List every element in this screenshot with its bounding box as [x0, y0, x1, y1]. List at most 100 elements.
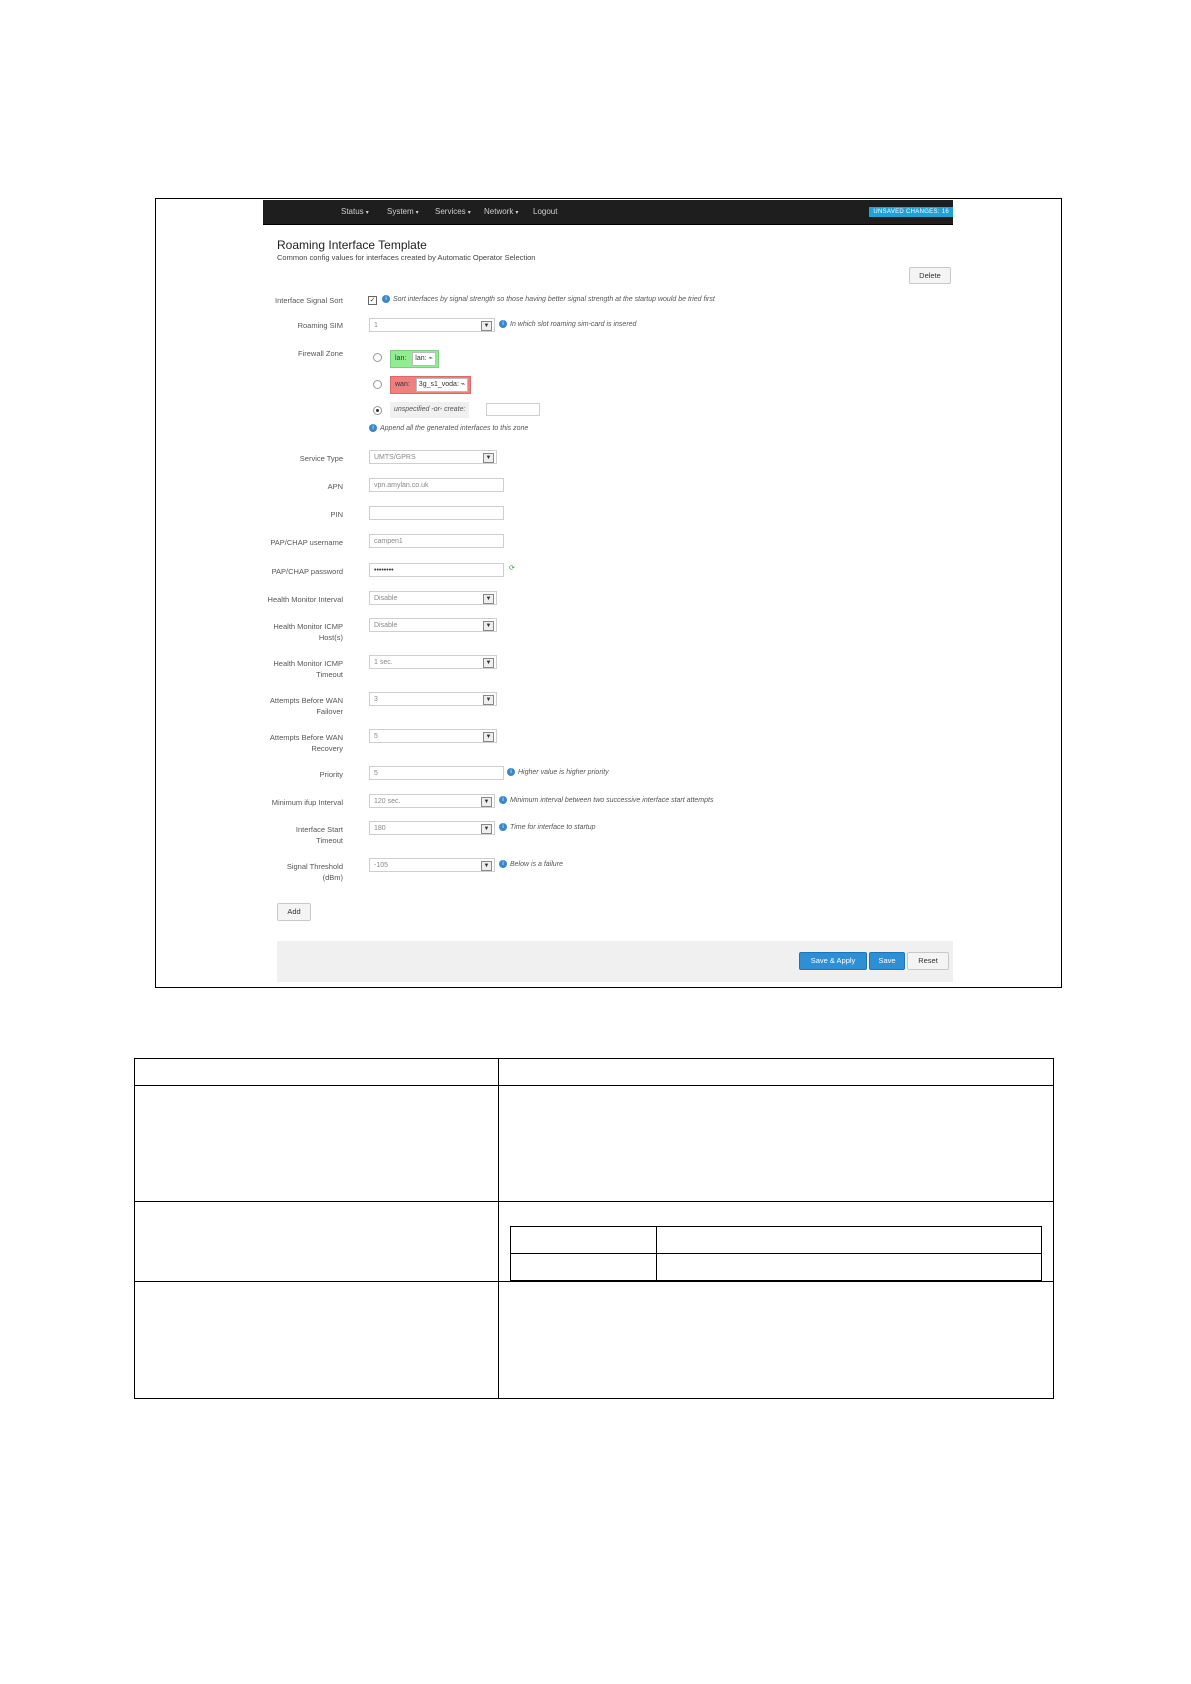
signal-threshold-select[interactable]: -105 ▼	[369, 858, 495, 872]
apn-label: APN	[327, 482, 343, 491]
chevron-down-icon: ▾	[467, 210, 471, 216]
zone-create-input[interactable]	[486, 403, 540, 416]
table-cell	[498, 1201, 1054, 1282]
network-icon: ⌁	[428, 355, 433, 362]
nav-status[interactable]: Status ▾	[341, 207, 369, 216]
reveal-password-icon[interactable]: ⟳	[509, 564, 515, 572]
zone-lan-box[interactable]: lan: lan: ⌁	[390, 350, 439, 368]
nested-table	[510, 1226, 1042, 1281]
service-type-label: Service Type	[299, 454, 343, 463]
form-footer: Save & Apply Save Reset	[277, 941, 953, 982]
pin-input[interactable]	[369, 506, 504, 520]
service-type-select[interactable]: UMTS/GPRS ▼	[369, 450, 497, 464]
password-input[interactable]: ••••••••	[369, 563, 504, 577]
table-row	[510, 1253, 1042, 1281]
attempts-recovery-select[interactable]: 5 ▼	[369, 729, 497, 743]
zone-wan-radio[interactable]	[373, 380, 382, 389]
zone-wan-box[interactable]: wan: 3g_s1_voda: ⌁	[390, 376, 472, 394]
dropdown-arrow-icon: ▼	[481, 321, 492, 331]
roaming-sim-hint: i In which slot roaming sim-card is inser…	[499, 320, 636, 328]
hm-icmp-timeout-label: Health Monitor ICMP Timeout	[273, 659, 343, 679]
save-button[interactable]: Save	[869, 952, 905, 970]
zone-unspecified-radio[interactable]	[373, 406, 382, 415]
info-icon: i	[499, 796, 507, 804]
table-cell	[510, 1226, 657, 1254]
chevron-down-icon: ▾	[365, 210, 369, 216]
nav-network[interactable]: Network ▾	[484, 207, 518, 216]
table-cell	[134, 1281, 499, 1399]
username-input[interactable]: campen1	[369, 534, 504, 548]
delete-button[interactable]: Delete	[909, 267, 951, 284]
table-cell	[656, 1253, 1042, 1281]
firewall-zone-hint: i Append all the generated interfaces to …	[369, 424, 528, 432]
signal-threshold-hint: i Below is a failure	[499, 860, 563, 868]
password-label: PAP/CHAP password	[271, 567, 343, 576]
nav-system[interactable]: System ▾	[387, 207, 419, 216]
table-cell	[656, 1226, 1042, 1254]
priority-input[interactable]: 5	[369, 766, 504, 780]
signal-threshold-label: Signal Threshold (dBm)	[286, 862, 343, 882]
dropdown-arrow-icon: ▼	[483, 658, 494, 668]
min-ifup-select[interactable]: 120 sec. ▼	[369, 794, 495, 808]
zone-wan-interface: 3g_s1_voda: ⌁	[415, 378, 469, 392]
router-config-screenshot: Status ▾ System ▾ Services ▾ Network ▾ Logou…	[263, 200, 953, 982]
dropdown-arrow-icon: ▼	[483, 695, 494, 705]
zone-lan-radio[interactable]	[373, 353, 382, 362]
min-ifup-hint: i Minimum interval between two successive…	[499, 796, 713, 804]
reset-button[interactable]: Reset	[907, 952, 949, 970]
info-icon: i	[499, 823, 507, 831]
table-row	[134, 1201, 1054, 1282]
table-header-row	[134, 1058, 1054, 1086]
info-icon: i	[507, 768, 515, 776]
priority-label: Priority	[319, 770, 343, 779]
table-cell	[134, 1085, 499, 1202]
signal-sort-checkbox[interactable]: ✓	[368, 296, 377, 305]
apn-input[interactable]: vpn.amylan.co.uk	[369, 478, 504, 492]
firewall-zone-label: Firewall Zone	[297, 349, 343, 358]
page-title: Roaming Interface Template	[277, 238, 427, 252]
add-button[interactable]: Add	[277, 903, 311, 921]
nav-services[interactable]: Services ▾	[435, 207, 471, 216]
table-row	[134, 1085, 1054, 1202]
top-navbar: Status ▾ System ▾ Services ▾ Network ▾ Logou…	[263, 200, 953, 225]
roaming-sim-select[interactable]: 1 ▼	[369, 318, 495, 332]
table-cell	[510, 1253, 657, 1281]
hm-interval-select[interactable]: Disable ▼	[369, 591, 497, 605]
hm-icmp-timeout-select[interactable]: 1 sec. ▼	[369, 655, 497, 669]
unsaved-changes-badge[interactable]: UNSAVED CHANGES: 16	[869, 207, 953, 217]
table-row	[510, 1226, 1042, 1254]
info-icon: i	[499, 860, 507, 868]
info-icon: i	[382, 295, 390, 303]
hm-icmp-host-label: Health Monitor ICMP Host(s)	[273, 622, 343, 642]
username-label: PAP/CHAP username	[270, 538, 343, 547]
table-cell	[134, 1058, 499, 1086]
roaming-sim-label: Roaming SIM	[297, 321, 343, 330]
dropdown-arrow-icon: ▼	[483, 594, 494, 604]
chevron-down-icon: ▾	[515, 210, 519, 216]
start-timeout-select[interactable]: 180 ▼	[369, 821, 495, 835]
dropdown-arrow-icon: ▼	[481, 861, 492, 871]
nav-logout[interactable]: Logout	[533, 207, 557, 216]
hm-icmp-host-select[interactable]: Disable ▼	[369, 618, 497, 632]
start-timeout-label: Interface Start Timeout	[295, 825, 343, 845]
signal-sort-hint: i Sort interfaces by signal strength so t…	[382, 295, 715, 303]
dropdown-arrow-icon: ▼	[481, 824, 492, 834]
priority-hint: i Higher value is higher priority	[507, 768, 609, 776]
signal-sort-label: Interface Signal Sort	[275, 296, 343, 305]
dropdown-arrow-icon: ▼	[483, 621, 494, 631]
table-cell	[498, 1085, 1054, 1202]
info-icon: i	[369, 424, 377, 432]
start-timeout-hint: i Time for interface to startup	[499, 823, 596, 831]
save-apply-button[interactable]: Save & Apply	[799, 952, 867, 970]
table-row	[134, 1281, 1054, 1399]
parameter-table	[134, 1058, 1054, 1399]
page-subtitle: Common config values for interfaces crea…	[277, 253, 536, 262]
dropdown-arrow-icon: ▼	[483, 732, 494, 742]
chevron-down-icon: ▾	[415, 210, 419, 216]
table-cell	[498, 1058, 1054, 1086]
zone-lan-interface: lan: ⌁	[412, 352, 436, 366]
hm-interval-label: Health Monitor Interval	[267, 595, 343, 604]
attempts-failover-select[interactable]: 3 ▼	[369, 692, 497, 706]
zone-unspecified-box: unspecified -or- create:	[390, 402, 470, 418]
min-ifup-label: Minimum ifup Interval	[271, 798, 343, 807]
